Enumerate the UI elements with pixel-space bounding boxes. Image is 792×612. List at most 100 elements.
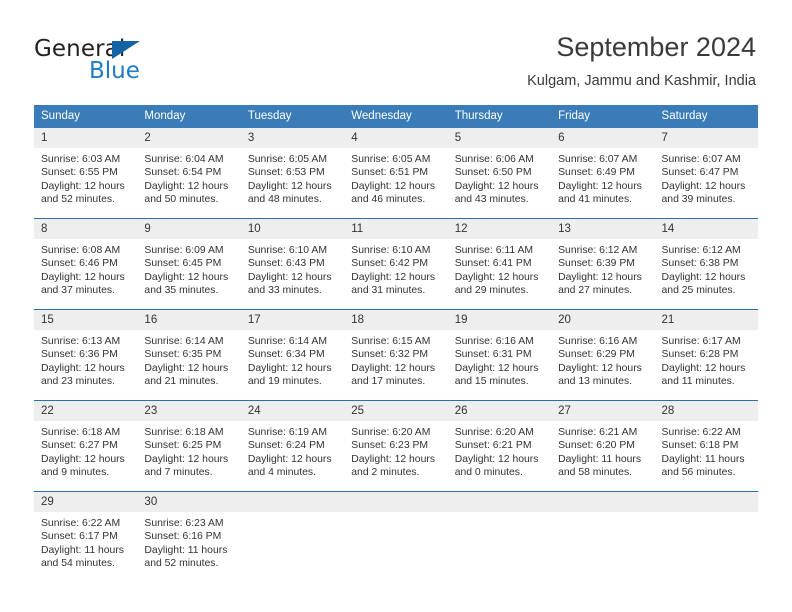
day-number: 17: [240, 310, 345, 330]
day-details: Sunrise: 6:12 AM Sunset: 6:38 PM Dayligh…: [655, 239, 758, 297]
calendar-day-cell[interactable]: 18 Sunrise: 6:15 AM Sunset: 6:32 PM Dayl…: [344, 309, 448, 401]
calendar-day-cell[interactable]: 21 Sunrise: 6:17 AM Sunset: 6:28 PM Dayl…: [654, 309, 758, 401]
daylight-text-line1: Daylight: 12 hours: [558, 271, 642, 283]
calendar-day-cell[interactable]: 3 Sunrise: 6:05 AM Sunset: 6:53 PM Dayli…: [240, 128, 345, 219]
daylight-text-line2: and 48 minutes.: [247, 193, 322, 205]
sunrise-text: Sunrise: 6:18 AM: [144, 427, 224, 438]
calendar-day-cell[interactable]: 24 Sunrise: 6:19 AM Sunset: 6:24 PM Dayl…: [240, 400, 345, 492]
day-number: 23: [137, 401, 241, 421]
calendar-day-cell[interactable]: 30 Sunrise: 6:23 AM Sunset: 6:16 PM Dayl…: [137, 491, 241, 582]
calendar-page: General Blue September 2024 Kulgam, Jamm…: [0, 0, 792, 612]
daylight-text-line1: Daylight: 12 hours: [247, 180, 332, 192]
weekday-header-friday: Friday: [551, 105, 655, 128]
daylight-text-line1: Daylight: 12 hours: [247, 271, 332, 283]
sunrise-text: Sunrise: 6:16 AM: [454, 336, 534, 347]
day-number: 15: [34, 310, 138, 330]
daylight-text-line1: Daylight: 12 hours: [247, 362, 332, 374]
day-details: Sunrise: 6:13 AM Sunset: 6:36 PM Dayligh…: [34, 330, 137, 388]
daylight-text-line2: and 2 minutes.: [351, 466, 420, 478]
day-number: 24: [240, 401, 345, 421]
calendar-day-cell[interactable]: 23 Sunrise: 6:18 AM Sunset: 6:25 PM Dayl…: [137, 400, 241, 492]
calendar-day-cell[interactable]: 11 Sunrise: 6:10 AM Sunset: 6:42 PM Dayl…: [344, 218, 448, 310]
day-details: Sunrise: 6:18 AM Sunset: 6:27 PM Dayligh…: [34, 421, 137, 479]
day-number: 12: [447, 219, 552, 239]
daylight-text-line2: and 52 minutes.: [41, 193, 115, 205]
daylight-text-line2: and 41 minutes.: [558, 193, 633, 205]
day-details: Sunrise: 6:14 AM Sunset: 6:34 PM Dayligh…: [241, 330, 344, 388]
sunrise-text: Sunrise: 6:11 AM: [454, 245, 534, 256]
sunrise-text: Sunrise: 6:20 AM: [351, 427, 431, 438]
calendar-day-cell[interactable]: 17 Sunrise: 6:14 AM Sunset: 6:34 PM Dayl…: [240, 309, 345, 401]
sunset-text: Sunset: 6:31 PM: [454, 349, 532, 361]
calendar-day-cell[interactable]: 9 Sunrise: 6:09 AM Sunset: 6:45 PM Dayli…: [137, 218, 241, 310]
sunset-text: Sunset: 6:50 PM: [454, 167, 532, 179]
day-details: Sunrise: 6:05 AM Sunset: 6:51 PM Dayligh…: [344, 148, 447, 206]
calendar-day-cell[interactable]: 15 Sunrise: 6:13 AM Sunset: 6:36 PM Dayl…: [34, 309, 138, 401]
calendar-day-cell[interactable]: 13 Sunrise: 6:12 AM Sunset: 6:39 PM Dayl…: [551, 218, 655, 310]
calendar-day-cell[interactable]: 19 Sunrise: 6:16 AM Sunset: 6:31 PM Dayl…: [447, 309, 552, 401]
day-details: Sunrise: 6:03 AM Sunset: 6:55 PM Dayligh…: [34, 148, 137, 206]
daylight-text-line1: Daylight: 12 hours: [144, 362, 229, 374]
daylight-text-line2: and 15 minutes.: [454, 375, 529, 387]
calendar-day-cell[interactable]: 29 Sunrise: 6:22 AM Sunset: 6:17 PM Dayl…: [34, 491, 138, 582]
sunset-text: Sunset: 6:38 PM: [661, 258, 739, 270]
sunrise-text: Sunrise: 6:20 AM: [454, 427, 534, 438]
calendar-day-cell[interactable]: 4 Sunrise: 6:05 AM Sunset: 6:51 PM Dayli…: [344, 128, 448, 219]
daylight-text-line1: Daylight: 12 hours: [351, 180, 436, 192]
daylight-text-line2: and 4 minutes.: [247, 466, 317, 478]
calendar-day-cell[interactable]: 22 Sunrise: 6:18 AM Sunset: 6:27 PM Dayl…: [34, 400, 138, 492]
calendar-day-cell[interactable]: 1 Sunrise: 6:03 AM Sunset: 6:55 PM Dayli…: [34, 128, 138, 219]
sunrise-text: Sunrise: 6:12 AM: [661, 245, 741, 256]
daylight-text-line1: Daylight: 12 hours: [351, 271, 436, 283]
sunset-text: Sunset: 6:29 PM: [558, 349, 635, 361]
sunrise-text: Sunrise: 6:14 AM: [247, 336, 327, 347]
sunset-text: Sunset: 6:46 PM: [41, 258, 118, 270]
calendar-day-cell[interactable]: 20 Sunrise: 6:16 AM Sunset: 6:29 PM Dayl…: [551, 309, 655, 401]
daylight-text-line1: Daylight: 12 hours: [661, 271, 746, 283]
weekday-header-tuesday: Tuesday: [240, 105, 345, 128]
daylight-text-line1: Daylight: 11 hours: [558, 453, 642, 465]
logo-triangle-icon: [112, 41, 140, 59]
calendar-day-cell[interactable]: 16 Sunrise: 6:14 AM Sunset: 6:35 PM Dayl…: [137, 309, 241, 401]
calendar-day-cell[interactable]: 7 Sunrise: 6:07 AM Sunset: 6:47 PM Dayli…: [654, 128, 758, 219]
weekday-header-monday: Monday: [137, 105, 241, 128]
calendar-day-cell[interactable]: 6 Sunrise: 6:07 AM Sunset: 6:49 PM Dayli…: [551, 128, 655, 219]
daylight-text-line1: Daylight: 12 hours: [661, 180, 746, 192]
calendar-day-cell[interactable]: 5 Sunrise: 6:06 AM Sunset: 6:50 PM Dayli…: [447, 128, 552, 219]
sunrise-text: Sunrise: 6:03 AM: [41, 154, 121, 165]
daylight-text-line2: and 25 minutes.: [661, 284, 736, 296]
calendar-day-cell[interactable]: 12 Sunrise: 6:11 AM Sunset: 6:41 PM Dayl…: [447, 218, 552, 310]
general-blue-logo[interactable]: General Blue: [34, 36, 254, 86]
sunrise-text: Sunrise: 6:15 AM: [351, 336, 431, 347]
page-subtitle: Kulgam, Jammu and Kashmir, India: [527, 73, 756, 89]
calendar-day-cell[interactable]: 27 Sunrise: 6:21 AM Sunset: 6:20 PM Dayl…: [551, 400, 655, 492]
day-number: 6: [551, 128, 655, 148]
daylight-text-line1: Daylight: 12 hours: [558, 180, 642, 192]
calendar-day-cell[interactable]: 25 Sunrise: 6:20 AM Sunset: 6:23 PM Dayl…: [344, 400, 448, 492]
day-details: Sunrise: 6:06 AM Sunset: 6:50 PM Dayligh…: [448, 148, 551, 206]
daylight-text-line2: and 35 minutes.: [144, 284, 219, 296]
calendar-day-cell[interactable]: 2 Sunrise: 6:04 AM Sunset: 6:54 PM Dayli…: [137, 128, 241, 219]
day-details: Sunrise: 6:09 AM Sunset: 6:45 PM Dayligh…: [137, 239, 240, 297]
day-number: 13: [551, 219, 655, 239]
sunset-text: Sunset: 6:51 PM: [351, 167, 429, 179]
calendar-day-cell[interactable]: 14 Sunrise: 6:12 AM Sunset: 6:38 PM Dayl…: [654, 218, 758, 310]
day-number: 19: [447, 310, 552, 330]
calendar-day-cell-empty: [654, 491, 758, 582]
calendar-week-row: 22 Sunrise: 6:18 AM Sunset: 6:27 PM Dayl…: [34, 400, 758, 492]
weekday-header-saturday: Saturday: [654, 105, 758, 128]
sunset-text: Sunset: 6:45 PM: [144, 258, 222, 270]
daylight-text-line1: Daylight: 12 hours: [351, 453, 436, 465]
calendar-day-cell[interactable]: 28 Sunrise: 6:22 AM Sunset: 6:18 PM Dayl…: [654, 400, 758, 492]
sunset-text: Sunset: 6:25 PM: [144, 440, 222, 452]
day-details: Sunrise: 6:04 AM Sunset: 6:54 PM Dayligh…: [137, 148, 240, 206]
day-number: 30: [137, 492, 241, 512]
weekday-header-wednesday: Wednesday: [344, 105, 448, 128]
sunrise-text: Sunrise: 6:04 AM: [144, 154, 224, 165]
daylight-text-line1: Daylight: 11 hours: [144, 544, 228, 556]
calendar-day-cell[interactable]: 8 Sunrise: 6:08 AM Sunset: 6:46 PM Dayli…: [34, 218, 138, 310]
calendar-day-cell[interactable]: 10 Sunrise: 6:10 AM Sunset: 6:43 PM Dayl…: [240, 218, 345, 310]
day-details: Sunrise: 6:07 AM Sunset: 6:49 PM Dayligh…: [551, 148, 654, 206]
calendar-day-cell[interactable]: 26 Sunrise: 6:20 AM Sunset: 6:21 PM Dayl…: [447, 400, 552, 492]
daylight-text-line2: and 27 minutes.: [558, 284, 633, 296]
